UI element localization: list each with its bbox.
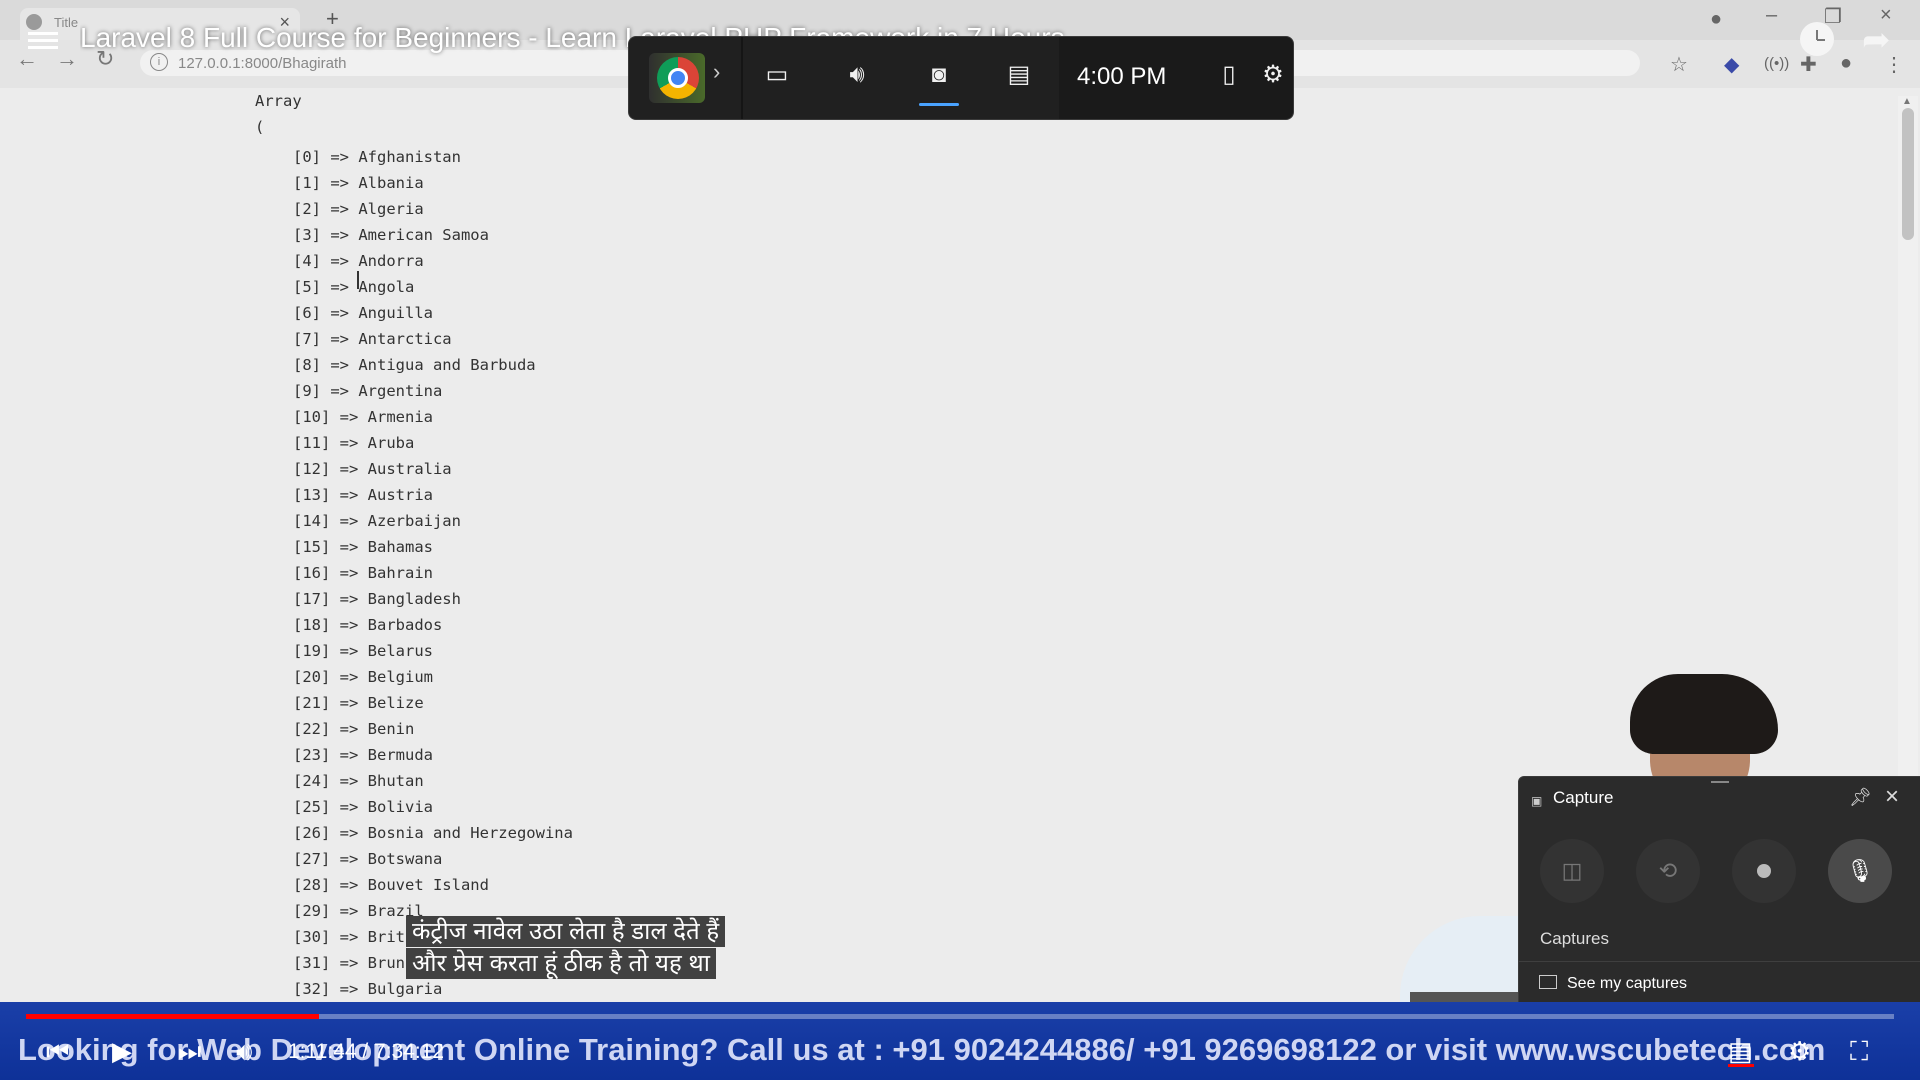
chrome-logo-icon[interactable] [657,57,699,99]
captures-label: Captures [1540,929,1609,948]
capture-widget: ▣ Capture 📌︎ × ◫ ⟲ 🎙︎ Captures See my ca… [1518,776,1920,1012]
array-item: [25] => Bolivia [293,798,433,816]
audio-icon[interactable]: 🔊︎ [837,55,877,95]
array-item: [12] => Australia [293,460,452,478]
pin-icon[interactable]: 📌︎ [1849,787,1872,808]
array-item: [13] => Austria [293,486,433,504]
subtitles: कंट्रीज नावेल उठा लेता है डाल देते हैं औ… [406,916,726,980]
game-bar-divider [741,37,743,119]
array-item: [16] => Bahrain [293,564,433,582]
array-item: [5] => Angola [293,278,415,296]
camera-icon: ◫ [1561,858,1583,883]
array-item: [18] => Barbados [293,616,443,634]
presenter-hair [1630,674,1778,754]
captions-icon[interactable]: ▤ [1728,1036,1753,1067]
array-title: Array [255,92,302,110]
close-icon[interactable]: × [1885,783,1899,811]
array-item: [9] => Argentina [293,382,443,400]
time-display: 1:11:44 / 7:34:12 [288,1040,445,1063]
array-item: [24] => Bhutan [293,772,424,790]
bookmark-star-icon[interactable]: ☆ [1670,52,1688,77]
avatar-icon[interactable]: ● [1840,52,1852,75]
watch-later-icon[interactable] [1800,22,1834,56]
microphone-toggle[interactable]: 🎙︎ [1828,839,1892,903]
volume-icon[interactable]: 🔊︎ [236,1036,252,1068]
extension-icon[interactable]: ◆ [1724,52,1739,77]
game-bar-clock: 4:00 PM [1077,63,1167,90]
array-item: [0] => Afghanistan [293,148,461,166]
captions-active-indicator [1728,1064,1754,1067]
array-item: [3] => American Samoa [293,226,489,244]
next-icon[interactable]: ⏭︎ [178,1036,201,1068]
game-bar: › ▭ 🔊︎ ◙ ▤ 4:00 PM ▯ ⚙ [628,36,1294,120]
array-item: [20] => Belgium [293,668,433,686]
broadcast-icon[interactable]: ((•)) [1764,55,1789,72]
mouse-icon[interactable]: ▯ [1209,55,1249,95]
settings-gear-icon[interactable]: ⚙ [1253,55,1293,95]
record-last-icon: ⟲ [1658,858,1678,883]
record-last-30s-button[interactable]: ⟲ [1636,839,1700,903]
see-my-captures-link[interactable]: See my captures [1539,975,1687,993]
video-frame: Title × + ● – ❐ × ← → ↻ i 127.0.0.1:8000… [0,0,1920,1080]
screenshot-button[interactable]: ◫ [1540,839,1604,903]
array-item: [28] => Bouvet Island [293,876,489,894]
play-icon[interactable]: ▶ [112,1036,132,1067]
previous-icon[interactable]: ⏮︎ [46,1036,69,1068]
array-list: [0] => Afghanistan [1] => Albania [2] => A… [293,144,573,1002]
array-item: [14] => Azerbaijan [293,512,461,530]
subtitle-line-1: कंट्रीज नावेल उठा लेता है डाल देते हैं [406,916,726,947]
array-item: [10] => Armenia [293,408,433,426]
text-cursor [357,271,359,289]
widget-menu-icon[interactable]: ▭ [757,55,797,95]
array-item: [22] => Benin [293,720,415,738]
array-item: [2] => Algeria [293,200,424,218]
array-item: [27] => Botswana [293,850,443,868]
array-item: [17] => Bangladesh [293,590,461,608]
webcam-overlay [1610,668,1780,778]
array-item: [1] => Albania [293,174,424,192]
array-item: [11] => Aruba [293,434,415,452]
performance-icon[interactable]: ▤ [999,55,1039,95]
exit-fullscreen-icon[interactable]: ⛶ [1850,1036,1868,1068]
active-indicator [919,103,959,106]
array-item: [19] => Belarus [293,642,433,660]
array-item: [8] => Antigua and Barbuda [293,356,536,374]
array-open-paren: ( [255,118,265,136]
microphone-icon: 🎙︎ [1846,858,1874,883]
record-dot-icon [1757,864,1771,878]
start-recording-button[interactable] [1732,839,1796,903]
chevron-right-icon[interactable]: › [713,59,720,85]
array-item: [26] => Bosnia and Herzegowina [293,824,573,842]
array-item: [6] => Anguilla [293,304,433,322]
array-item: [7] => Antarctica [293,330,452,348]
profile-dot-icon[interactable]: ● [1710,8,1722,31]
array-item: [4] => Andorra [293,252,424,270]
capture-title: Capture [1553,788,1614,807]
progress-bar[interactable] [26,1014,1894,1019]
player-controls: Looking for Web Development Online Train… [0,1002,1920,1080]
see-my-captures-label: See my captures [1567,975,1688,992]
array-item: [23] => Bermuda [293,746,433,764]
divider [1519,961,1920,962]
settings-icon[interactable]: ⚙ [1788,1036,1811,1067]
array-item: [15] => Bahamas [293,538,433,556]
share-icon[interactable]: ➦ [1862,20,1891,60]
subtitle-line-2: और प्रेस करता हूं ठीक है तो यह था [406,948,716,979]
playlist-menu-icon[interactable] [28,28,58,50]
drag-handle[interactable] [1711,781,1729,783]
progress-fill [26,1014,320,1019]
capture-icon[interactable]: ◙ [919,55,959,95]
forward-icon[interactable]: → [56,46,78,72]
array-item: [21] => Belize [293,694,424,712]
minimize-icon[interactable]: – [1766,4,1777,27]
capture-widget-icon: ▣ [1531,794,1543,808]
scroll-up-icon[interactable]: ▲ [1902,96,1912,107]
scroll-thumb[interactable] [1902,108,1914,240]
gallery-icon [1539,975,1557,989]
